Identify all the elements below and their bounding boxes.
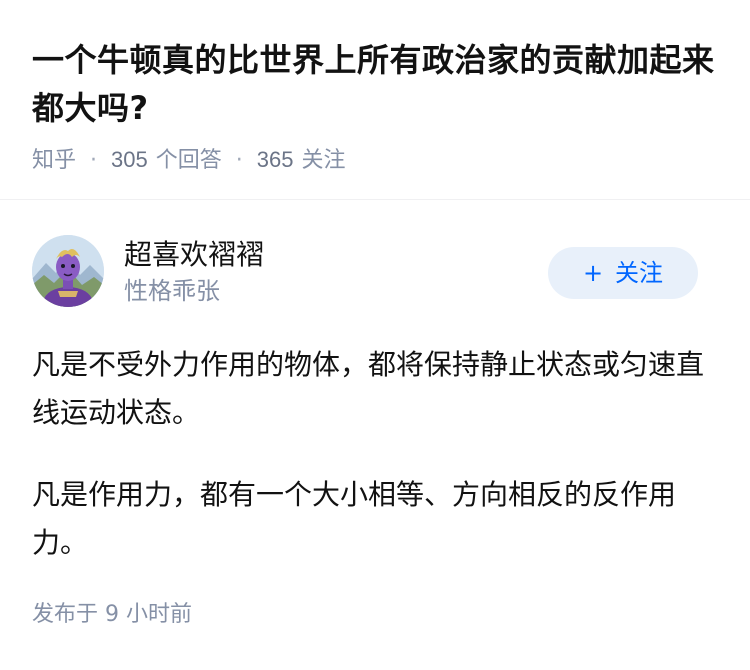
- follow-button[interactable]: + 关注: [548, 247, 698, 299]
- source-label[interactable]: 知乎: [32, 148, 76, 173]
- answer-content: 凡是不受外力作用的物体，都将保持静止状态或匀速直线运动状态。 凡是作用力，都有一…: [32, 341, 712, 601]
- follower-count-label: 关注: [301, 148, 346, 173]
- publish-time-value: 9 小时前: [105, 602, 193, 627]
- publish-time: 发布于 9 小时前: [32, 599, 192, 631]
- meta-separator: ·: [235, 148, 243, 173]
- answer-count-link[interactable]: 305 个回答: [111, 147, 222, 173]
- answer-count-label: 个回答: [155, 148, 222, 173]
- author-bio: 性格乖张: [124, 277, 220, 305]
- author-info: 超喜欢褶褶 性格乖张 + 关注: [32, 235, 698, 311]
- answer-paragraph: 凡是不受外力作用的物体，都将保持静止状态或匀速直线运动状态。: [32, 348, 705, 429]
- avatar-icon: [32, 235, 104, 307]
- follower-count-link[interactable]: 365 关注: [256, 147, 346, 173]
- answer-count: 305: [111, 147, 148, 172]
- question-title[interactable]: 一个牛顿真的比世界上所有政治家的贡献加起来都大吗?: [32, 36, 722, 132]
- author-name[interactable]: 超喜欢褶褶: [124, 237, 264, 273]
- answer-paragraph: 凡是作用力，都有一个大小相等、方向相反的反作用力。: [32, 478, 677, 559]
- publish-prefix: 发布于: [32, 602, 99, 627]
- question-header: 一个牛顿真的比世界上所有政治家的贡献加起来都大吗? 知乎 · 305 个回答 · 365 关…: [0, 0, 750, 200]
- follower-count: 365: [256, 147, 294, 172]
- follow-button-label: 关注: [615, 259, 664, 287]
- avatar[interactable]: [32, 235, 104, 307]
- question-meta: 知乎 · 305 个回答 · 365 关注: [32, 144, 345, 177]
- plus-icon: +: [582, 259, 604, 287]
- meta-separator: ·: [90, 148, 98, 173]
- answer-card: 超喜欢褶褶 性格乖张 + 关注 凡是不受外力作用的物体，都将保持静止状态或匀速直线…: [0, 201, 750, 670]
